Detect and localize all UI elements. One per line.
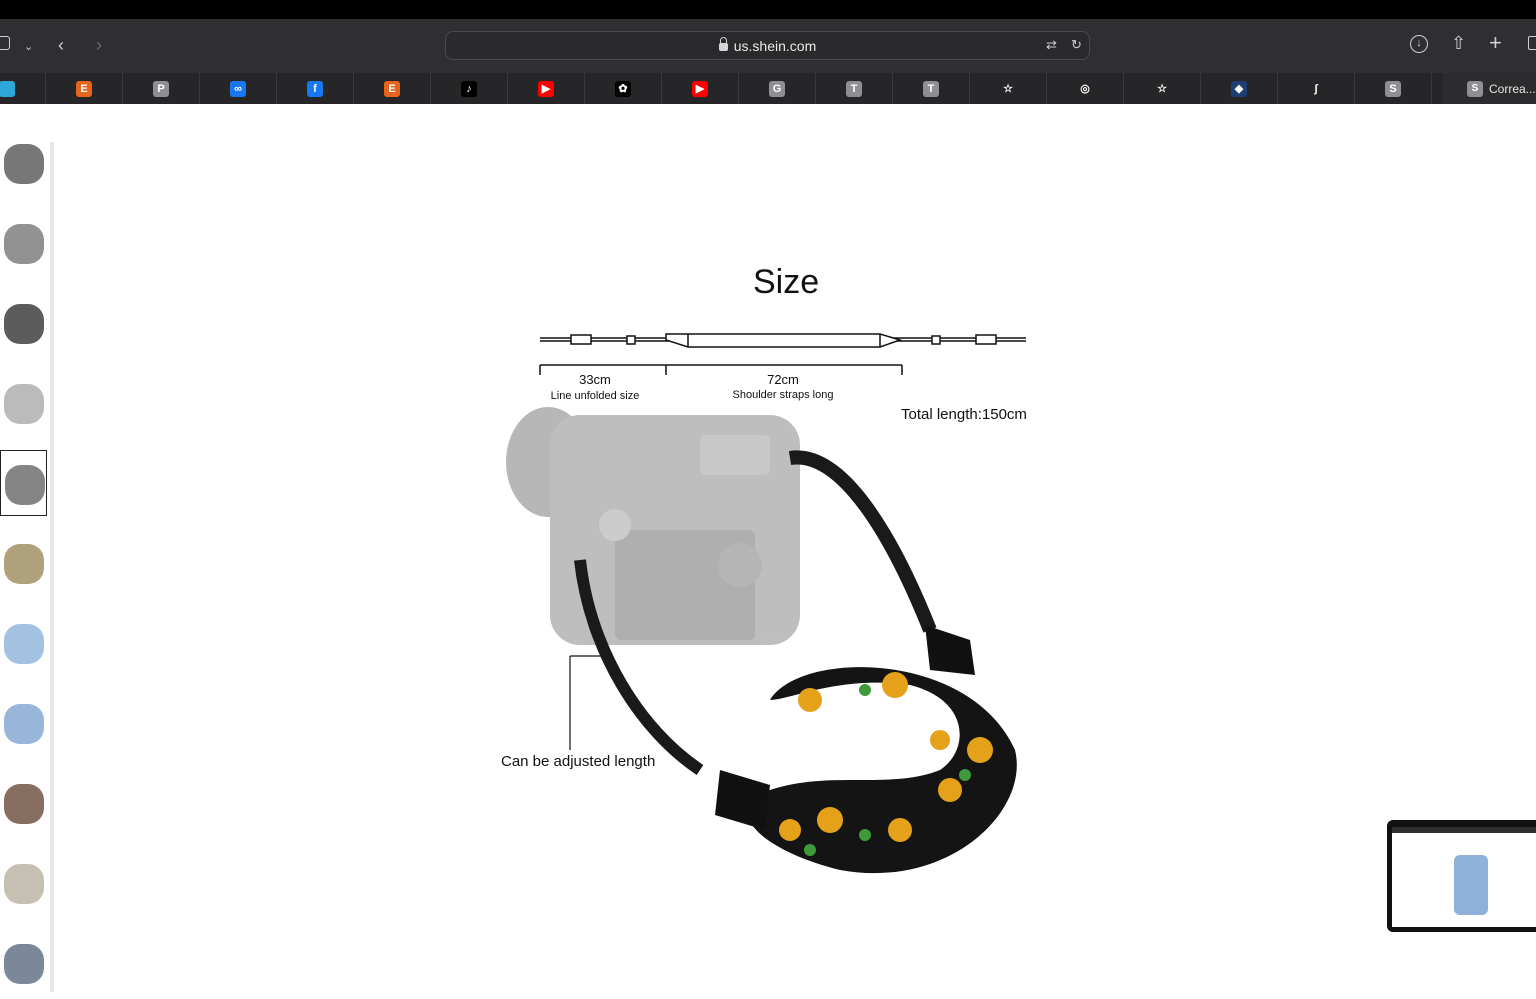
share-icon[interactable]: ⇧ — [1451, 33, 1466, 53]
forward-button[interactable]: › — [96, 35, 102, 55]
favorite-item[interactable]: S — [1355, 73, 1432, 104]
facebook-icon: f — [307, 80, 323, 97]
youtube-icon: ▶ — [692, 80, 708, 97]
segment1-description: Line unfolded size — [550, 390, 640, 402]
thumbnail-image — [4, 384, 44, 424]
reload-icon[interactable]: ↻ — [1071, 37, 1082, 53]
screenshot-preview-thumbnail[interactable] — [1387, 820, 1536, 932]
favorite-item[interactable]: ▶ — [508, 73, 585, 104]
star-icon: ☆ — [1154, 80, 1170, 97]
favorite-item[interactable]: ◆ — [1201, 73, 1278, 104]
size-heading: Size — [753, 263, 820, 301]
favorite-item[interactable]: P — [123, 73, 200, 104]
strap-diagram — [539, 333, 1026, 375]
t-site-icon: T — [846, 80, 862, 97]
product-thumbnail[interactable] — [0, 690, 47, 756]
product-image — [506, 333, 1026, 874]
t-site-icon: T — [923, 80, 939, 97]
tab-label: Correa... — [1489, 81, 1536, 96]
url-text: us.shein.com — [733, 38, 817, 54]
favorite-item[interactable]: ☆ — [970, 73, 1047, 104]
g-site-icon: G — [769, 80, 785, 97]
favorite-item[interactable]: T — [893, 73, 970, 104]
favorite-item[interactable]: E — [354, 73, 431, 104]
translate-icon[interactable]: ⇄ — [1046, 37, 1057, 53]
favorite-item[interactable]: ♪ — [431, 73, 508, 104]
product-thumbnail[interactable] — [0, 610, 47, 676]
youtube-icon: ▶ — [538, 80, 554, 97]
favorite-item[interactable]: ▶ — [662, 73, 739, 104]
favorite-item[interactable]: E — [46, 73, 123, 104]
product-thumbnail[interactable] — [0, 210, 47, 276]
thumbnail-image — [4, 864, 44, 904]
product-thumbnail[interactable] — [0, 770, 47, 836]
favorite-item[interactable] — [0, 73, 46, 104]
tab-overview-icon[interactable] — [1528, 36, 1536, 50]
thumbnail-image — [4, 704, 44, 744]
product-thumbnail[interactable] — [0, 130, 47, 196]
script-logo-icon: ʃ — [1308, 80, 1324, 97]
etsy-icon: E — [76, 80, 92, 97]
meta-icon: ∞ — [230, 80, 246, 97]
thumbnail-image — [4, 544, 44, 584]
product-thumbnail[interactable] — [0, 450, 47, 516]
favorite-item[interactable]: ∞ — [200, 73, 277, 104]
thumbnail-image — [4, 224, 44, 264]
telegram-icon — [0, 80, 15, 97]
segment1-length: 33cm — [579, 372, 611, 387]
thumbnail-image — [4, 624, 44, 664]
lock-icon — [718, 37, 728, 51]
thumbnail-image — [5, 465, 45, 505]
browser-toolbar: ⌄ ‹ › us.shein.com ⇄ ↻ ↓ ⇧ + — [0, 19, 1536, 73]
openai-icon: ✿ — [615, 80, 631, 97]
thumbnail-image — [4, 944, 44, 984]
circle-logo-icon: ◎ — [1077, 80, 1093, 97]
product-thumbnail[interactable] — [0, 370, 47, 436]
tab-current[interactable]: S Correa... — [1443, 73, 1536, 104]
product-thumbnail[interactable] — [0, 850, 47, 916]
segment2-description: Shoulder straps long — [732, 389, 834, 401]
p-site-icon: P — [153, 80, 169, 97]
total-length-label: Total length:150cm — [901, 406, 1027, 423]
thumbnail-list — [0, 120, 52, 999]
address-bar[interactable]: us.shein.com ⇄ ↻ — [445, 31, 1090, 60]
segment2-length: 72cm — [767, 372, 799, 387]
product-thumbnail[interactable] — [0, 930, 47, 996]
favorite-item[interactable]: G — [739, 73, 816, 104]
adjustable-length-note: Can be adjusted length — [501, 753, 656, 770]
menu-bar-strip — [0, 0, 1536, 19]
back-button[interactable]: ‹ — [58, 35, 64, 55]
sidebar-toggle-icon[interactable] — [0, 36, 10, 50]
thumbnail-image — [4, 784, 44, 824]
s-site-icon: S — [1385, 80, 1401, 97]
star-icon: ☆ — [1000, 80, 1016, 97]
product-thumbnail[interactable] — [0, 290, 47, 356]
favorite-item[interactable]: ◎ — [1047, 73, 1124, 104]
download-icon[interactable]: ↓ — [1410, 35, 1428, 53]
camera-illustration — [506, 407, 800, 645]
new-tab-button[interactable]: + — [1489, 32, 1502, 54]
favorite-item[interactable]: T — [816, 73, 893, 104]
chevron-down-icon[interactable]: ⌄ — [24, 37, 33, 57]
etsy-icon: E — [384, 80, 400, 97]
preview-toolbar — [1392, 827, 1536, 833]
thumbnail-image — [4, 304, 44, 344]
thumbnail-image — [4, 144, 44, 184]
favorite-item[interactable]: ✿ — [585, 73, 662, 104]
preview-content — [1392, 827, 1536, 927]
favorites-bar: Sʃ ◆ ☆ ◎ ☆ T T G ▶ ✿ ▶ ♪ Ef ∞ P E S Correa... — [0, 73, 1536, 104]
diamond-logo-icon: ◆ — [1231, 80, 1247, 97]
tiktok-icon: ♪ — [461, 80, 477, 97]
preview-product-image — [1454, 855, 1488, 915]
favorite-item[interactable]: f — [277, 73, 354, 104]
product-thumbnail[interactable] — [0, 530, 47, 596]
favorite-item[interactable]: ☆ — [1124, 73, 1201, 104]
s-site-icon: S — [1467, 80, 1483, 97]
favorite-item[interactable]: ʃ — [1278, 73, 1355, 104]
